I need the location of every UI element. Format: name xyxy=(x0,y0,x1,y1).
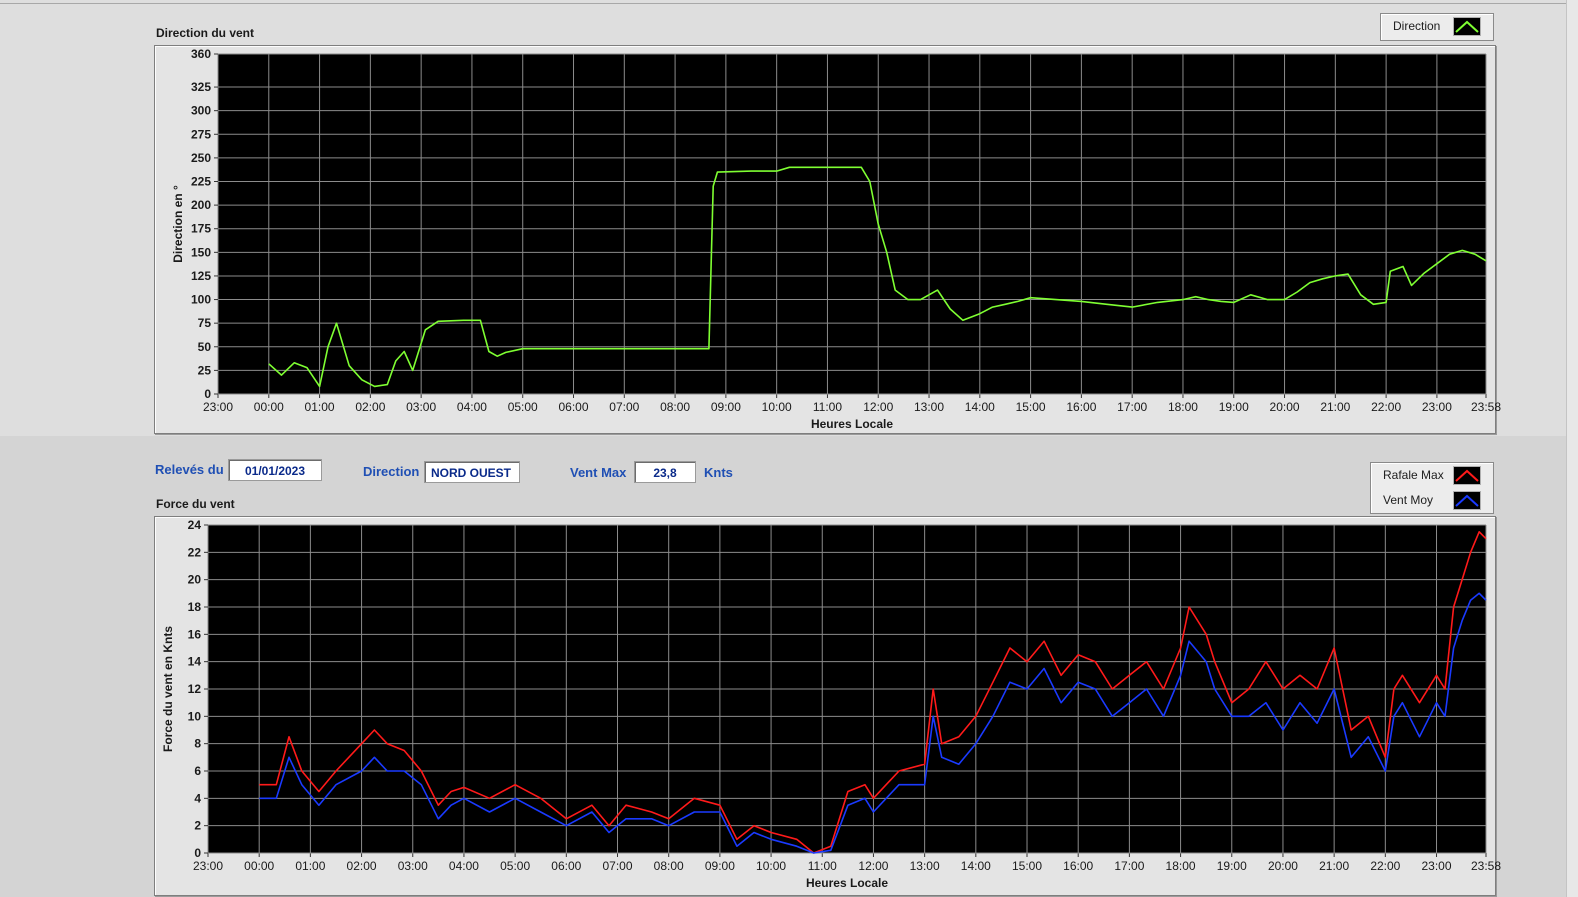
y-tick-label: 22 xyxy=(188,545,202,559)
x-tick-label: 14:00 xyxy=(961,859,991,873)
x-tick-label: 13:00 xyxy=(910,859,940,873)
legend-rafale-label: Rafale Max xyxy=(1383,468,1444,482)
x-tick-label: 17:00 xyxy=(1114,859,1144,873)
legend-item-rafale[interactable]: Rafale Max xyxy=(1371,463,1493,487)
x-tick-label: 21:00 xyxy=(1319,859,1349,873)
legend-item-moyen[interactable]: Vent Moy xyxy=(1371,488,1493,512)
y-tick-label: 14 xyxy=(188,655,202,669)
x-tick-label: 19:00 xyxy=(1217,859,1247,873)
y-tick-label: 24 xyxy=(188,518,202,532)
x-tick-label: 02:00 xyxy=(347,859,377,873)
y-tick-label: 20 xyxy=(188,573,202,587)
moyen-swatch-icon xyxy=(1453,491,1481,510)
y-tick-label: 12 xyxy=(188,682,202,696)
y-tick-label: 18 xyxy=(188,600,202,614)
x-tick-label: 07:00 xyxy=(602,859,632,873)
x-tick-label: 15:00 xyxy=(1012,859,1042,873)
x-tick-label: 10:00 xyxy=(756,859,786,873)
x-tick-label: 06:00 xyxy=(551,859,581,873)
x-tick-label: 05:00 xyxy=(500,859,530,873)
x-tick-label: 08:00 xyxy=(654,859,684,873)
y-tick-label: 10 xyxy=(188,709,202,723)
x-tick-label: 16:00 xyxy=(1063,859,1093,873)
x-tick-label: 00:00 xyxy=(244,859,274,873)
y-axis-title: Force du vent en Knts xyxy=(161,626,175,752)
x-tick-label: 04:00 xyxy=(449,859,479,873)
x-tick-label: 20:00 xyxy=(1268,859,1298,873)
y-tick-label: 2 xyxy=(194,819,201,833)
force-legend[interactable]: Rafale Max Vent Moy xyxy=(1370,462,1494,514)
x-tick-label: 23:00 xyxy=(193,859,223,873)
x-tick-label: 12:00 xyxy=(858,859,888,873)
x-tick-label: 09:00 xyxy=(705,859,735,873)
x-axis-title: Heures Locale xyxy=(806,876,888,890)
force-chart: 23:00 00:00 01:00 02:00 03:00 04:00 05:00 06:00… xyxy=(161,518,1501,890)
x-tick-label: 03:00 xyxy=(398,859,428,873)
legend-moyen-label: Vent Moy xyxy=(1383,493,1434,507)
x-tick-label: 18:00 xyxy=(1166,859,1196,873)
x-tick-label: 23:58 xyxy=(1471,859,1501,873)
rafale-swatch-icon xyxy=(1453,466,1481,485)
x-tick-label: 22:00 xyxy=(1370,859,1400,873)
y-tick-label: 16 xyxy=(188,627,202,641)
x-tick-label: 11:00 xyxy=(808,859,837,873)
x-tick-label: 23:00 xyxy=(1422,859,1452,873)
x-tick-label: 01:00 xyxy=(295,859,325,873)
y-tick-label: 8 xyxy=(194,737,201,751)
y-tick-label: 0 xyxy=(194,846,201,860)
y-tick-label: 4 xyxy=(194,791,201,805)
y-tick-label: 6 xyxy=(194,764,201,778)
